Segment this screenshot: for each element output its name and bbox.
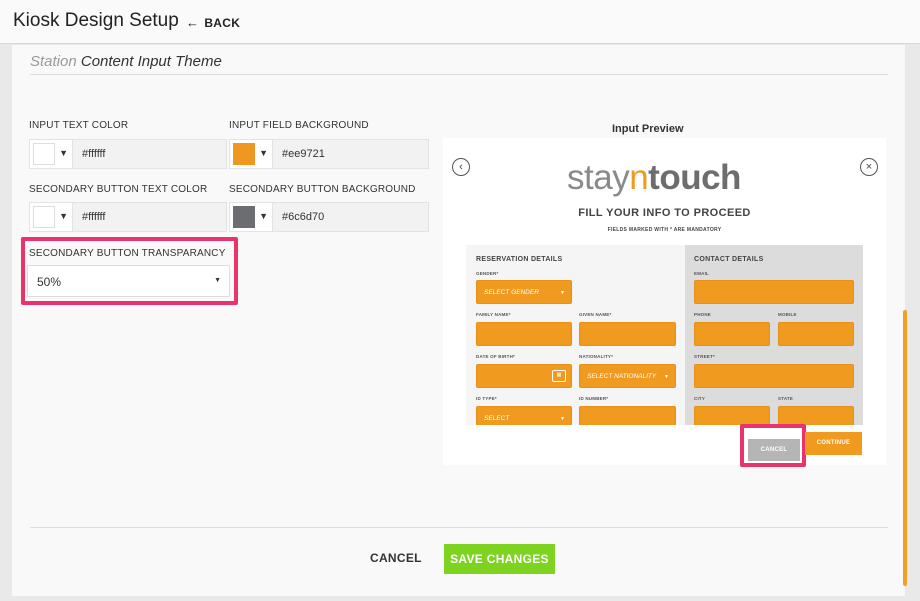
chevron-left-icon: ‹	[452, 158, 470, 176]
input-field-background-label: INPUT FIELD BACKGROUND	[229, 120, 369, 131]
color-swatch-button[interactable]: ▼	[30, 203, 73, 231]
state-field	[778, 406, 854, 425]
id-type-label: ID TYPE*	[476, 396, 497, 401]
phone-label: PHONE	[694, 312, 712, 317]
preview-heading: FILL YOUR INFO TO PROCEED	[578, 207, 751, 219]
id-type-select: SELECT ▼	[476, 406, 572, 425]
transparency-select[interactable]: 50% ▼	[27, 265, 230, 297]
back-label: BACK	[204, 16, 241, 30]
color-swatch	[233, 206, 255, 228]
street-label: STREET*	[694, 354, 715, 359]
caret-down-icon: ▼	[259, 211, 268, 221]
input-field-background-picker[interactable]: ▼ #ee9721	[229, 139, 429, 169]
hex-value[interactable]: #6c6d70	[282, 211, 324, 223]
color-swatch-button[interactable]: ▼	[30, 140, 73, 168]
family-name-label: FAMILY NAME*	[476, 312, 511, 317]
close-icon: ×	[860, 158, 878, 176]
nationality-select: SELECT NATIONALITY ▼	[579, 364, 676, 388]
preview-cancel-button: CANCEL	[748, 439, 800, 461]
city-label: CITY	[694, 396, 706, 401]
settings-panel: Station Content Input Theme INPUT TEXT C…	[12, 45, 905, 596]
nationality-label: NATIONALITY*	[579, 354, 614, 359]
dob-label: DATE OF BIRTH*	[476, 354, 515, 359]
color-swatch	[233, 143, 255, 165]
gender-select: SELECT GENDER ▼	[476, 280, 572, 304]
secondary-button-text-color-label: SECONDARY BUTTON TEXT COLOR	[29, 184, 208, 195]
calendar-icon: ▦	[552, 370, 566, 382]
family-name-field	[476, 322, 572, 346]
caret-down-icon: ▼	[214, 277, 221, 284]
street-field	[694, 364, 854, 388]
caret-down-icon: ▼	[59, 148, 68, 158]
city-field	[694, 406, 770, 425]
top-bar: Kiosk Design Setup ← BACK	[0, 0, 920, 44]
phone-field	[694, 322, 770, 346]
reservation-heading: RESERVATION DETAILS	[476, 256, 563, 263]
caret-down-icon: ▼	[59, 211, 68, 221]
transparency-value: 50%	[37, 275, 62, 289]
given-name-label: GIVEN NAME*	[579, 312, 612, 317]
hex-value[interactable]: #ffffff	[82, 211, 105, 223]
cancel-button[interactable]: CANCEL	[370, 551, 422, 565]
secondary-button-background-label: SECONDARY BUTTON BACKGROUND	[229, 184, 416, 195]
input-text-color-label: INPUT TEXT COLOR	[29, 120, 129, 131]
save-changes-button[interactable]: SAVE CHANGES	[444, 544, 555, 574]
secondary-button-transparency-label: SECONDARY BUTTON TRANSPARANCY	[29, 248, 226, 259]
logo: stayntouch	[567, 158, 741, 197]
color-swatch-button[interactable]: ▼	[230, 140, 273, 168]
color-swatch-button[interactable]: ▼	[230, 203, 273, 231]
color-swatch	[33, 206, 55, 228]
reservation-panel: RESERVATION DETAILS GENDER* SELECT GENDE…	[466, 245, 685, 425]
given-name-field	[579, 322, 676, 346]
arrow-left-icon: ←	[186, 15, 200, 30]
section-title-main: Content Input Theme	[80, 53, 222, 70]
contact-panel: CONTACT DETAILS EMAIL PHONE MOBILE STREE…	[685, 245, 863, 425]
preview-title: Input Preview	[612, 123, 684, 135]
input-preview: ‹ × stayntouch FILL YOUR INFO TO PROCEED…	[443, 138, 886, 467]
email-label: EMAIL	[694, 271, 709, 276]
dob-field: ▦	[476, 364, 572, 388]
preview-continue-button: CONTINUE	[805, 432, 862, 455]
id-number-field	[579, 406, 676, 425]
mandatory-note: FIELDS MARKED WITH * ARE MANDATORY	[607, 227, 722, 233]
id-number-label: ID NUMBER*	[579, 396, 609, 401]
gender-label: GENDER*	[476, 271, 499, 276]
section-title-prefix: Station	[30, 53, 77, 70]
caret-down-icon: ▼	[259, 148, 268, 158]
back-button[interactable]: ← BACK	[186, 15, 240, 30]
contact-heading: CONTACT DETAILS	[694, 256, 764, 263]
section-title: Station Content Input Theme	[30, 53, 888, 75]
hex-value[interactable]: #ee9721	[282, 148, 325, 160]
footer-divider	[30, 527, 888, 528]
input-text-color-picker[interactable]: ▼ #ffffff	[29, 139, 227, 169]
mobile-field	[778, 322, 854, 346]
preview-form: RESERVATION DETAILS GENDER* SELECT GENDE…	[466, 245, 863, 425]
hex-value[interactable]: #ffffff	[82, 148, 105, 160]
color-swatch	[33, 143, 55, 165]
mobile-label: MOBILE	[778, 312, 797, 317]
scrollbar[interactable]	[903, 310, 907, 586]
secondary-button-background-picker[interactable]: ▼ #6c6d70	[229, 202, 429, 232]
page-title: Kiosk Design Setup	[13, 10, 179, 31]
state-label: STATE	[778, 396, 794, 401]
email-field	[694, 280, 854, 304]
secondary-button-text-color-picker[interactable]: ▼ #ffffff	[29, 202, 227, 232]
